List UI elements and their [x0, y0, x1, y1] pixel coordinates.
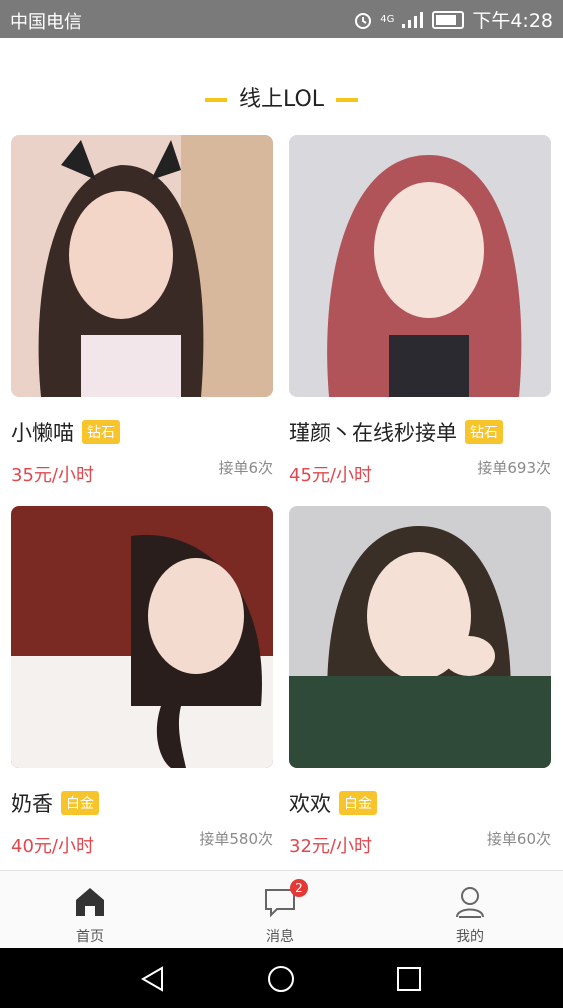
user-icon	[456, 887, 484, 918]
player-photo[interactable]	[11, 506, 273, 768]
player-photo[interactable]	[289, 506, 551, 768]
player-card[interactable]: 瑾颜丶在线秒接单 钻石 45元/小时 接单693次	[289, 135, 551, 495]
player-name: 奶香	[11, 792, 53, 816]
status-icons: 4G 下午4:28	[354, 6, 553, 33]
section-title: 线上LOL	[238, 87, 325, 112]
tab-messages[interactable]: 2 消息	[220, 871, 340, 949]
player-photo[interactable]	[289, 135, 551, 397]
tab-home-label: 首页	[76, 929, 104, 945]
player-card[interactable]: 小懒喵 钻石 35元/小时 接单6次	[11, 135, 273, 495]
section-header: 线上LOL	[0, 81, 563, 113]
rank-badge: 白金	[339, 791, 377, 815]
name-row: 瑾颜丶在线秒接单 钻石	[289, 417, 503, 447]
rank-badge: 钻石	[465, 420, 503, 444]
player-card[interactable]: 欢欢 白金 32元/小时 接单60次	[289, 506, 551, 866]
tab-home[interactable]: 首页	[30, 871, 150, 949]
price: 32元/小时	[289, 836, 372, 857]
order-count: 接单580次	[199, 830, 273, 848]
recents-icon[interactable]	[394, 964, 424, 994]
signal-icon	[402, 11, 424, 28]
order-count: 接单60次	[486, 830, 551, 848]
player-name: 欢欢	[289, 792, 331, 816]
name-row: 奶香 白金	[11, 788, 99, 818]
battery-icon	[432, 10, 465, 29]
title-dash-right	[336, 98, 359, 102]
rank-badge: 白金	[61, 791, 99, 815]
bottom-tab-bar: 首页 2 消息 我的	[0, 870, 563, 949]
clock: 下午4:28	[472, 10, 553, 32]
tab-messages-label: 消息	[266, 929, 294, 945]
main-content: 线上LOL 小懒喵 钻石 35元/小时 接单6次 瑾颜丶在线秒接单 钻石 45元…	[0, 38, 563, 870]
tab-profile-label: 我的	[456, 929, 484, 945]
network-type: 4G	[380, 13, 395, 25]
tab-profile[interactable]: 我的	[410, 871, 530, 949]
title-dash-left	[204, 98, 227, 102]
home-icon	[76, 888, 104, 916]
back-icon[interactable]	[138, 964, 168, 994]
order-count: 接单6次	[218, 459, 273, 477]
name-row: 欢欢 白金	[289, 788, 377, 818]
price: 40元/小时	[11, 836, 94, 857]
home-nav-icon[interactable]	[266, 964, 296, 994]
player-card[interactable]: 奶香 白金 40元/小时 接单580次	[11, 506, 273, 866]
carrier-name: 中国电信	[10, 12, 82, 33]
alarm-icon	[355, 12, 372, 29]
rank-badge: 钻石	[82, 420, 120, 444]
order-count: 接单693次	[477, 459, 551, 477]
status-bar: 中国电信 4G 下午4:28	[0, 0, 563, 38]
player-name: 小懒喵	[11, 421, 74, 445]
player-name: 瑾颜丶在线秒接单	[289, 421, 457, 445]
player-photo[interactable]	[11, 135, 273, 397]
price: 45元/小时	[289, 465, 372, 486]
unread-badge: 2	[290, 879, 308, 897]
name-row: 小懒喵 钻石	[11, 417, 120, 447]
system-nav-bar	[0, 948, 563, 1008]
price: 35元/小时	[11, 465, 94, 486]
